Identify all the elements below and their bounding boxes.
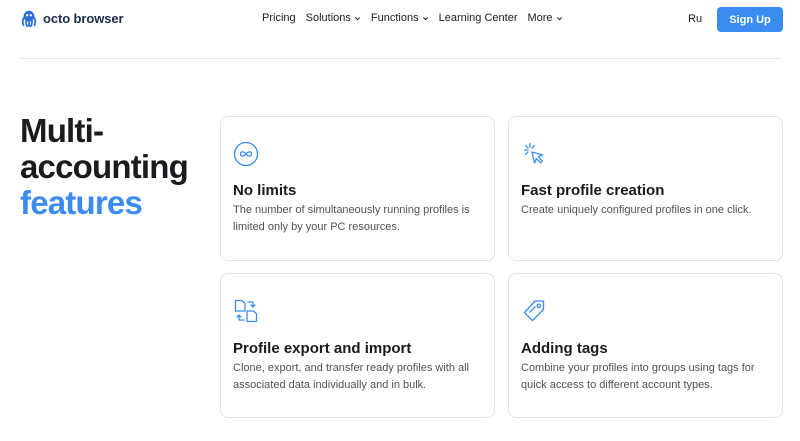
feature-description: Clone, export, and transfer ready profil… [233, 362, 470, 391]
nav-label: Learning Center [438, 12, 518, 24]
header-divider [20, 58, 782, 59]
feature-card-fast-profile-creation: Fast profile creation Create uniquely co… [508, 116, 783, 261]
file-transfer-icon [233, 298, 259, 324]
octopus-icon [20, 9, 38, 27]
nav-functions[interactable]: Functions [371, 12, 429, 24]
tag-icon [521, 298, 547, 324]
title-line-3: features [20, 184, 143, 221]
sign-up-button[interactable]: Sign Up [717, 7, 783, 32]
nav-label: Functions [370, 12, 419, 24]
nav-learning-center[interactable]: Learning Center [439, 12, 518, 24]
feature-description: The number of simultaneously running pro… [233, 204, 470, 233]
title-line-2: accounting [20, 148, 189, 185]
feature-title: Adding tags [521, 340, 608, 357]
nav-solutions[interactable]: Solutions [306, 12, 361, 24]
page-title: Multi- accounting features [20, 112, 189, 221]
nav-more[interactable]: More [527, 12, 562, 24]
infinity-icon [233, 141, 259, 167]
language-switcher[interactable]: Ru [688, 13, 702, 25]
nav-pricing[interactable]: Pricing [262, 12, 296, 24]
feature-description: Create uniquely configured profiles in o… [521, 204, 752, 216]
feature-description: Combine your profiles into groups using … [521, 362, 755, 391]
logo[interactable]: octo browser [20, 9, 124, 27]
feature-title: Fast profile creation [521, 182, 665, 199]
logo-text: octo browser [43, 10, 124, 26]
nav-label: Solutions [305, 12, 351, 24]
site-header: octo browser Pricing Solutions Functions… [0, 0, 800, 40]
chevron-down-icon [422, 15, 429, 22]
chevron-down-icon [556, 15, 563, 22]
click-sparkle-icon [521, 141, 547, 167]
feature-card-no-limits: No limits The number of simultaneously r… [220, 116, 495, 261]
feature-title: Profile export and import [233, 340, 412, 357]
main-nav: Pricing Solutions Functions Learning Cen… [262, 12, 563, 24]
feature-card-export-import: Profile export and import Clone, export,… [220, 273, 495, 418]
feature-title: No limits [233, 182, 297, 199]
nav-label: Pricing [262, 12, 296, 24]
feature-card-adding-tags: Adding tags Combine your profiles into g… [508, 273, 783, 418]
chevron-down-icon [354, 15, 361, 22]
title-line-1: Multi- [20, 112, 104, 149]
nav-label: More [527, 12, 553, 24]
